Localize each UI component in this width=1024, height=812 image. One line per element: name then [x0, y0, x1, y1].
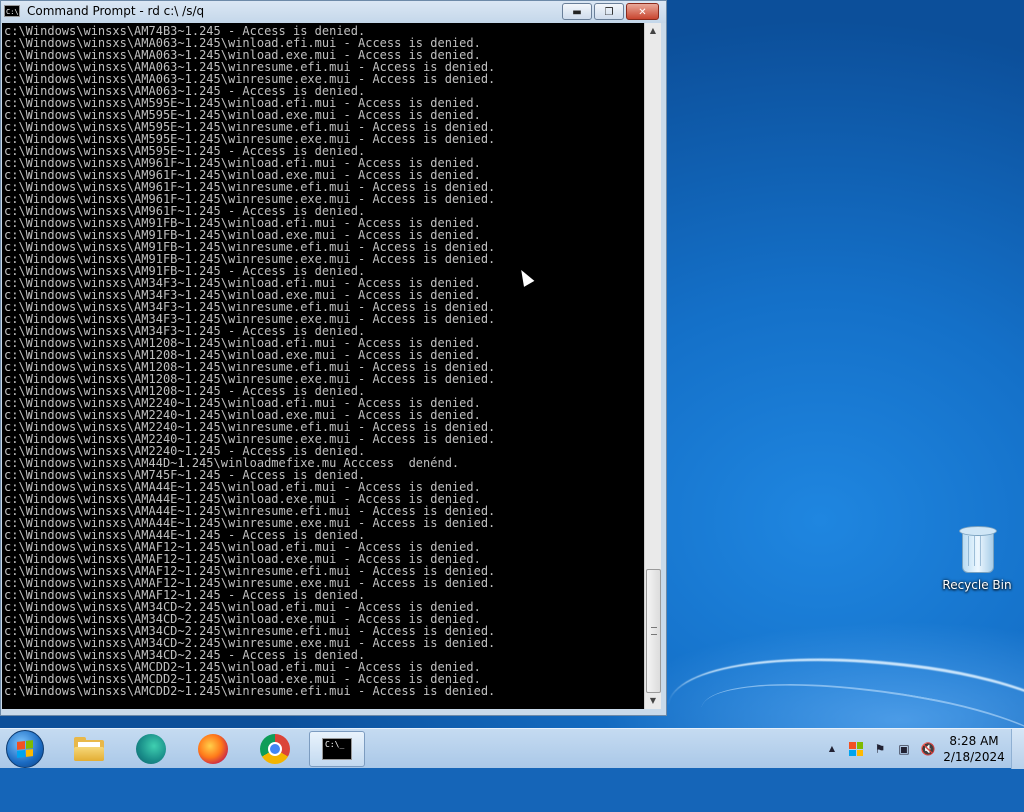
scrollbar-thumb[interactable]: [646, 569, 661, 693]
minimize-button[interactable]: ▬: [562, 3, 592, 20]
system-tray: ▲ ⚑ ▣ 🔇: [820, 729, 940, 769]
console-output[interactable]: c:\Windows\winsxs\AM74B3~1.245 - Access …: [2, 23, 644, 709]
command-prompt-window[interactable]: C:\ Command Prompt - rd c:\ /s/q ▬ ❐ ✕ c…: [0, 0, 667, 716]
clock-time: 8:28 AM: [949, 734, 999, 748]
show-desktop-button[interactable]: [1011, 729, 1024, 769]
taskbar-explorer-button[interactable]: [63, 731, 115, 767]
taskbar: C:\_ ▲ ⚑ ▣ 🔇 8:28 AM 2/18/2024: [0, 728, 1024, 769]
taskbar-firefox-button[interactable]: [187, 731, 239, 767]
window-titlebar[interactable]: C:\ Command Prompt - rd c:\ /s/q ▬ ❐ ✕: [1, 1, 666, 23]
network-icon[interactable]: ▣: [894, 739, 914, 759]
cmd-icon[interactable]: C:\: [4, 5, 20, 17]
scroll-up-icon[interactable]: ▲: [645, 23, 661, 39]
console-text: c:\Windows\winsxs\AM74B3~1.245 - Access …: [4, 24, 496, 698]
firefox-icon: [198, 734, 228, 764]
recycle-bin-icon: [959, 526, 997, 573]
show-hidden-icons-button[interactable]: ▲: [822, 739, 842, 759]
taskbar-edge-button[interactable]: [125, 731, 177, 767]
taskbar-clock[interactable]: 8:28 AM 2/18/2024: [936, 733, 1012, 765]
edge-icon: [136, 734, 166, 764]
recycle-bin-label: Recycle Bin: [942, 578, 1012, 592]
taskbar-chrome-button[interactable]: [249, 731, 301, 767]
start-button[interactable]: [6, 730, 44, 768]
recycle-bin-shortcut[interactable]: Recycle Bin: [940, 526, 1014, 592]
cmd-icon: C:\_: [322, 738, 352, 760]
windows-logo-icon: [17, 740, 33, 758]
clock-date: 2/18/2024: [943, 750, 1005, 764]
vertical-scrollbar[interactable]: ▲ ▼: [644, 23, 661, 709]
windows-flag-tray-icon[interactable]: [846, 739, 866, 759]
action-center-icon[interactable]: ⚑: [870, 739, 890, 759]
taskbar-cmd-button[interactable]: C:\_: [309, 731, 365, 767]
windows-explorer-icon: [74, 737, 104, 761]
close-button[interactable]: ✕: [626, 3, 659, 20]
window-title: Command Prompt - rd c:\ /s/q: [27, 4, 205, 18]
maximize-button[interactable]: ❐: [594, 3, 624, 20]
chrome-icon: [260, 734, 290, 764]
scroll-down-icon[interactable]: ▼: [645, 693, 661, 709]
volume-muted-icon[interactable]: 🔇: [918, 739, 938, 759]
